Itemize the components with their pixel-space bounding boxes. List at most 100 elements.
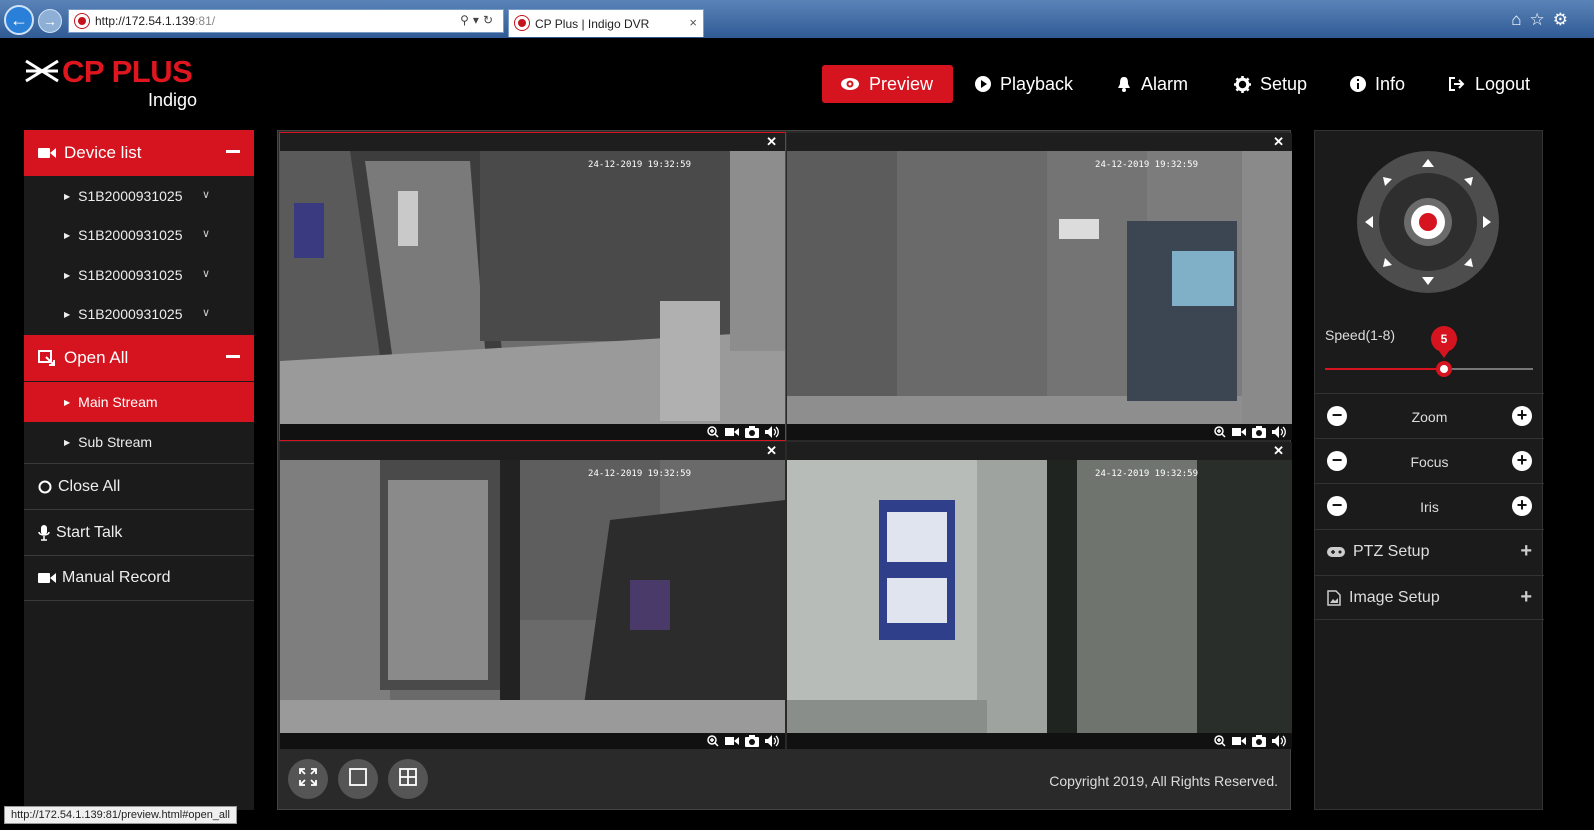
camera-timestamp: 24-12-2019 19:32:59 [1095,469,1198,479]
ptz-setup-row[interactable]: PTZ Setup + [1315,529,1544,574]
zoom-in-button[interactable]: + [1512,406,1532,426]
back-button[interactable]: ← [4,5,34,35]
expand-plus-icon[interactable]: + [1520,540,1532,563]
device-item[interactable]: ▶ S1B2000931025 ∨ [24,294,254,334]
chevron-down-icon[interactable]: ∨ [202,267,210,280]
app-root: ← → http://172.54.1.139:81/ ⚲▾↻ CP Plus … [0,0,1594,830]
collapse-icon[interactable] [226,355,240,358]
caret-right-icon: ▶ [64,230,71,240]
address-url[interactable]: http://172.54.1.139:81/ [95,14,215,28]
snapshot-camera-icon[interactable] [745,425,759,443]
tab-close-icon[interactable]: × [689,15,697,30]
ptz-inner-ring [1379,173,1477,271]
chevron-down-icon[interactable]: ∨ [202,188,210,201]
camera-timestamp: 24-12-2019 19:32:59 [588,160,691,170]
chevron-down-icon[interactable]: ∨ [202,227,210,240]
iris-plus-button[interactable]: + [1512,496,1532,516]
audio-speaker-icon[interactable] [765,734,779,752]
device-item[interactable]: ▶ S1B2000931025 ∨ [24,176,254,216]
speed-slider-handle[interactable] [1436,361,1452,377]
ptz-center-button[interactable] [1404,198,1452,246]
record-icon[interactable] [1232,734,1246,752]
device-item[interactable]: ▶ S1B2000931025 ∨ [24,215,254,255]
address-bar[interactable]: http://172.54.1.139:81/ ⚲▾↻ [68,9,504,33]
camera-feed[interactable]: 24-12-2019 19:32:59 [280,460,785,733]
caret-right-icon: ▶ [64,191,71,201]
manual-record-label: Manual Record [62,569,171,586]
sub-stream-option[interactable]: ▶ Sub Stream [24,422,254,462]
audio-speaker-icon[interactable] [765,425,779,443]
nav-alarm-label: Alarm [1141,73,1189,94]
nav-preview-label: Preview [869,73,934,94]
focus-label: Focus [1410,454,1449,470]
close-icon[interactable]: ✕ [1273,134,1284,150]
logout-icon [1448,76,1466,92]
snapshot-camera-icon[interactable] [745,734,759,752]
camera-feed[interactable]: 24-12-2019 19:32:59 [787,460,1292,733]
speed-slider[interactable] [1325,361,1533,377]
iris-label: Iris [1420,499,1439,515]
nav-setup[interactable]: Setup [1234,65,1307,103]
snapshot-camera-icon[interactable] [1252,734,1266,752]
camera-tile-header: ✕ [787,133,1292,151]
zoom-in-icon[interactable] [707,425,719,443]
ptz-up-icon [1422,159,1434,167]
close-icon[interactable]: ✕ [1273,443,1284,459]
camera-tile[interactable]: ✕ 24-12-2019 19:32:59 [279,132,786,443]
device-list-header[interactable]: Device list [24,130,254,176]
address-controls[interactable]: ⚲▾↻ [460,13,497,27]
settings-gear-icon[interactable]: ⚙ [1553,10,1576,29]
bell-icon [1116,76,1132,92]
camera-feed[interactable]: 24-12-2019 19:32:59 [787,151,1292,424]
camera-tile[interactable]: ✕ 24-12-2019 19:32:59 [787,442,1292,749]
ptz-direction-pad[interactable] [1357,151,1499,293]
browser-status-bar: http://172.54.1.139:81/preview.html#open… [4,806,237,824]
audio-speaker-icon[interactable] [1272,425,1286,443]
record-icon[interactable] [725,734,739,752]
nav-preview[interactable]: Preview [822,65,954,103]
chevron-down-icon[interactable]: ∨ [202,306,210,319]
record-icon[interactable] [1232,425,1246,443]
single-view-button[interactable] [338,759,378,799]
nav-logout-label: Logout [1475,73,1531,94]
browser-tab[interactable]: CP Plus | Indigo DVR × [508,9,704,37]
forward-button[interactable]: → [38,9,62,33]
zoom-in-icon[interactable] [1214,734,1226,752]
manual-record-button[interactable]: Manual Record [24,555,254,601]
nav-alarm[interactable]: Alarm [1116,65,1188,103]
device-item[interactable]: ▶ S1B2000931025 ∨ [24,255,254,295]
ptz-left-icon [1365,216,1373,228]
favorites-icon[interactable]: ☆ [1530,10,1553,29]
close-all-button[interactable]: Close All [24,463,254,509]
info-icon [1350,76,1366,92]
open-all-header[interactable]: Open All [24,335,254,381]
close-icon[interactable]: ✕ [766,134,777,150]
caret-right-icon: ▶ [64,397,71,407]
camera-tile[interactable]: ✕ 24-12-2019 19:32:59 [280,442,785,749]
video-camera-icon [38,572,56,584]
main-stream-option[interactable]: ▶ Main Stream [24,382,254,422]
close-icon[interactable]: ✕ [766,443,777,459]
nav-playback[interactable]: Playback [975,65,1073,103]
nav-info[interactable]: Info [1350,65,1405,103]
record-icon[interactable] [725,425,739,443]
start-talk-button[interactable]: Start Talk [24,509,254,555]
home-icon[interactable]: ⌂ [1511,10,1529,29]
collapse-icon[interactable] [226,150,240,153]
snapshot-camera-icon[interactable] [1252,425,1266,443]
focus-plus-button[interactable]: + [1512,451,1532,471]
quad-view-button[interactable] [388,759,428,799]
fullscreen-button[interactable] [288,759,328,799]
audio-speaker-icon[interactable] [1272,734,1286,752]
browser-icons[interactable]: ⌂☆⚙ [1511,10,1576,30]
zoom-in-icon[interactable] [1214,425,1226,443]
expand-plus-icon[interactable]: + [1520,586,1532,609]
url-port: :81/ [195,14,216,28]
nav-logout[interactable]: Logout [1448,65,1530,103]
camera-tile[interactable]: ✕ 24-12-2019 19:32:59 [787,133,1292,440]
camera-feed[interactable]: 24-12-2019 19:32:59 [280,151,785,424]
url-host: http://172.54.1.139 [95,14,196,28]
image-setup-row[interactable]: Image Setup + [1315,575,1544,620]
zoom-in-icon[interactable] [707,734,719,752]
camera-feed-image [280,151,785,424]
